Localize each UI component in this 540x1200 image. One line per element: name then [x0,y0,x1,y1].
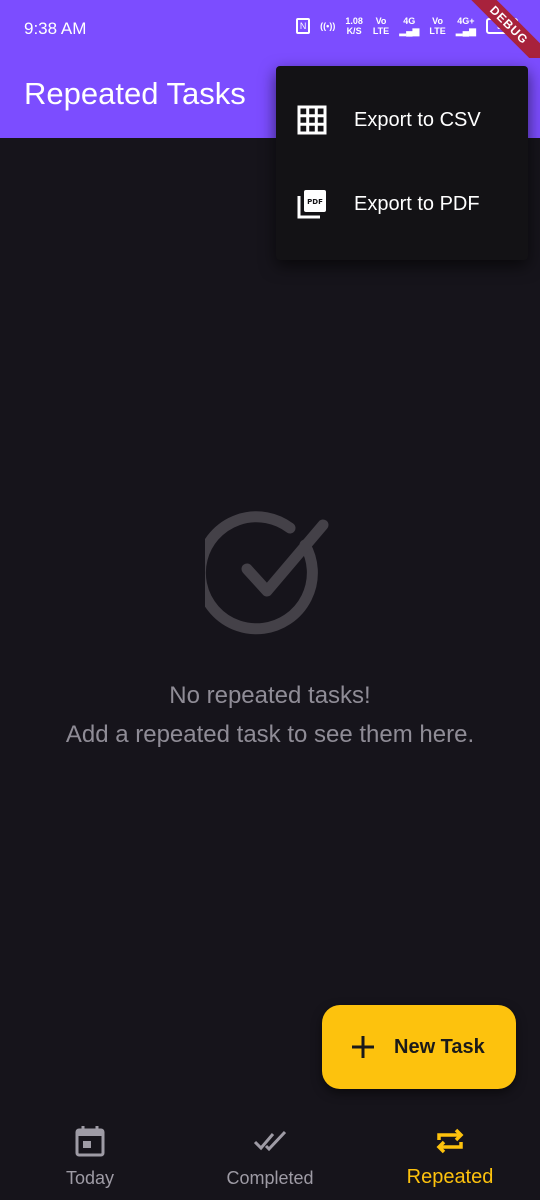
status-icons: N ((•)) 1.08 K/S Vo LTE 4G ▂▄▆ Vo LTE 4G+ ▂▄▆… [296,16,518,36]
bottom-navigation: Today Completed Repeated [0,1110,540,1200]
calendar-icon [75,1126,105,1157]
grid-icon [297,105,327,135]
check-circle-icon [194,505,335,635]
signal-4g-icon: 4G ▂▄▆ [399,16,420,36]
new-task-button[interactable]: New Task [322,1005,516,1089]
svg-text:PDF: PDF [307,198,323,206]
signal-4g-plus-icon: 4G+ ▂▄▆ [455,16,476,36]
nav-item-completed[interactable]: Completed [180,1110,360,1200]
menu-item-label: Export to PDF [354,192,480,215]
nav-label: Today [65,1168,115,1188]
plus-icon [352,1036,374,1058]
network-speed: 1.08 K/S [345,16,363,36]
new-task-label: New Task [394,1035,485,1058]
menu-item-export-pdf[interactable]: PDF Export to PDF [276,162,528,246]
nav-item-repeated[interactable]: Repeated [360,1110,540,1200]
nav-item-today[interactable]: Today [0,1110,180,1200]
menu-item-label: Export to CSV [354,108,481,131]
volte-2-icon: Vo LTE [429,16,446,36]
volte-icon: Vo LTE [372,16,390,36]
double-check-icon [253,1130,287,1152]
menu-item-export-csv[interactable]: Export to CSV [276,78,528,162]
status-bar: 9:38 AM N ((•)) 1.08 K/S Vo LTE 4G ▂▄▆ Vo LT… [0,0,540,78]
export-menu: Export to CSV PDF Export to PDF [276,66,528,260]
empty-state-title: No repeated tasks! [169,682,371,709]
nav-label: Repeated [406,1166,494,1188]
pdf-icon: PDF [297,190,326,219]
nav-label: Completed [226,1168,314,1188]
status-time: 9:38 AM [24,19,87,38]
repeat-icon [436,1128,464,1154]
empty-state-subtitle: Add a repeated task to see them here. [65,721,475,748]
hotspot-icon: ((•)) [320,21,336,31]
page-title: Repeated Tasks [24,76,246,111]
nfc-icon: N [296,18,311,34]
